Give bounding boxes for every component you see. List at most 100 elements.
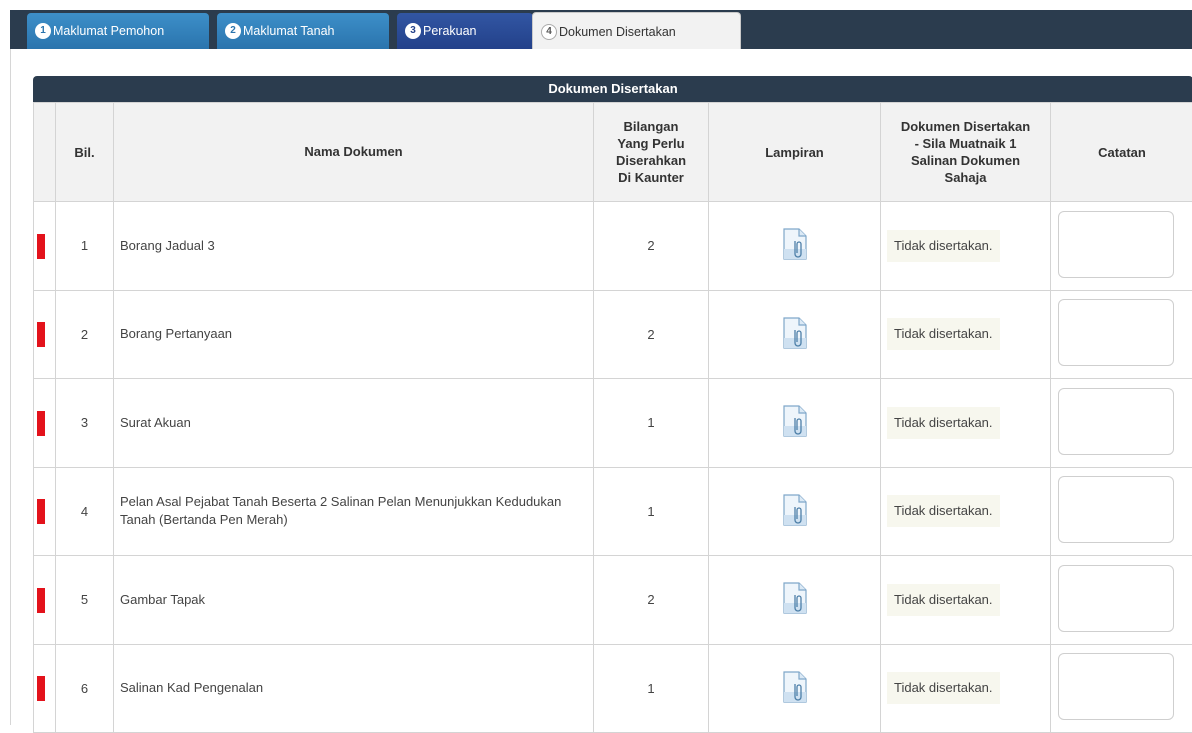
document-status-cell: Tidak disertakan. <box>881 290 1051 379</box>
file-attachment-icon[interactable] <box>781 404 809 438</box>
step-number-badge: 2 <box>225 23 241 39</box>
tab-maklumat-pemohon[interactable]: 1 Maklumat Pemohon <box>27 13 209 49</box>
row-number: 3 <box>56 379 114 468</box>
document-status: Tidak disertakan. <box>887 495 1000 527</box>
required-quantity: 1 <box>594 379 709 468</box>
attachment-cell <box>709 467 881 556</box>
flag-cell <box>34 290 56 379</box>
attachment-cell <box>709 290 881 379</box>
catatan-input[interactable] <box>1058 388 1174 455</box>
tab-label: Perakuan <box>423 24 477 38</box>
required-quantity: 2 <box>594 290 709 379</box>
document-status: Tidak disertakan. <box>887 672 1000 704</box>
document-status: Tidak disertakan. <box>887 407 1000 439</box>
column-header-lampiran: Lampiran <box>709 103 881 202</box>
table-row: 5 Gambar Tapak 2 Tidak disertakan. <box>34 556 1192 645</box>
catatan-cell <box>1051 467 1192 556</box>
header-line: Salinan Dokumen <box>887 152 1044 169</box>
row-number: 6 <box>56 644 114 733</box>
table-header-row: Bil. Nama Dokumen Bilangan Yang Perlu Di… <box>34 103 1192 202</box>
header-line: - Sila Muatnaik 1 <box>887 135 1044 152</box>
column-header-dokumen-disertakan: Dokumen Disertakan - Sila Muatnaik 1 Sal… <box>881 103 1051 202</box>
table-row: 3 Surat Akuan 1 Tidak disertakan. <box>34 379 1192 468</box>
section-title: Dokumen Disertakan <box>33 76 1192 102</box>
required-flag-icon <box>37 588 45 613</box>
required-quantity: 2 <box>594 556 709 645</box>
catatan-cell <box>1051 556 1192 645</box>
flag-cell <box>34 556 56 645</box>
tab-maklumat-tanah[interactable]: 2 Maklumat Tanah <box>217 13 389 49</box>
document-status-cell: Tidak disertakan. <box>881 379 1051 468</box>
required-flag-icon <box>37 499 45 524</box>
required-flag-icon <box>37 234 45 259</box>
file-attachment-icon[interactable] <box>781 316 809 350</box>
document-name: Surat Akuan <box>114 379 594 468</box>
row-number: 2 <box>56 290 114 379</box>
documents-section: Dokumen Disertakan Bil. Nama Dokumen Bil… <box>33 76 1192 733</box>
document-name: Salinan Kad Pengenalan <box>114 644 594 733</box>
table-row: 2 Borang Pertanyaan 2 Tidak disertakan. <box>34 290 1192 379</box>
flag-cell <box>34 202 56 291</box>
catatan-input[interactable] <box>1058 211 1174 278</box>
step-number-badge: 3 <box>405 23 421 39</box>
required-quantity: 2 <box>594 202 709 291</box>
row-number: 1 <box>56 202 114 291</box>
flag-cell <box>34 644 56 733</box>
tab-label: Dokumen Disertakan <box>559 25 676 39</box>
row-number: 4 <box>56 467 114 556</box>
catatan-cell <box>1051 202 1192 291</box>
document-status: Tidak disertakan. <box>887 230 1000 262</box>
document-status: Tidak disertakan. <box>887 318 1000 350</box>
row-number: 5 <box>56 556 114 645</box>
tab-label: Maklumat Tanah <box>243 24 335 38</box>
document-status-cell: Tidak disertakan. <box>881 202 1051 291</box>
file-attachment-icon[interactable] <box>781 670 809 704</box>
catatan-input[interactable] <box>1058 653 1174 720</box>
tab-perakuan[interactable]: 3 Perakuan <box>397 13 533 49</box>
catatan-input[interactable] <box>1058 299 1174 366</box>
file-attachment-icon[interactable] <box>781 581 809 615</box>
file-attachment-icon[interactable] <box>781 227 809 261</box>
flag-cell <box>34 467 56 556</box>
table-row: 4 Pelan Asal Pejabat Tanah Beserta 2 Sal… <box>34 467 1192 556</box>
document-name: Borang Jadual 3 <box>114 202 594 291</box>
required-quantity: 1 <box>594 644 709 733</box>
attachment-cell <box>709 202 881 291</box>
header-line: Diserahkan <box>600 152 702 169</box>
step-number-badge: 4 <box>541 24 557 40</box>
header-line: Bilangan <box>600 118 702 135</box>
required-quantity: 1 <box>594 467 709 556</box>
column-header-bilangan: Bilangan Yang Perlu Diserahkan Di Kaunte… <box>594 103 709 202</box>
document-name: Pelan Asal Pejabat Tanah Beserta 2 Salin… <box>114 467 594 556</box>
required-flag-icon <box>37 676 45 701</box>
header-line: Sahaja <box>887 169 1044 186</box>
catatan-input[interactable] <box>1058 565 1174 632</box>
attachment-cell <box>709 556 881 645</box>
step-number-badge: 1 <box>35 23 51 39</box>
catatan-cell <box>1051 379 1192 468</box>
tab-dokumen-disertakan[interactable]: 4 Dokumen Disertakan <box>532 12 741 50</box>
header-line: Di Kaunter <box>600 169 702 186</box>
document-status-cell: Tidak disertakan. <box>881 467 1051 556</box>
header-line: Yang Perlu <box>600 135 702 152</box>
attachment-cell <box>709 644 881 733</box>
catatan-cell <box>1051 644 1192 733</box>
required-flag-icon <box>37 322 45 347</box>
flag-column-header <box>34 103 56 202</box>
document-status: Tidak disertakan. <box>887 584 1000 616</box>
document-name: Borang Pertanyaan <box>114 290 594 379</box>
documents-table: Bil. Nama Dokumen Bilangan Yang Perlu Di… <box>33 102 1192 733</box>
required-flag-icon <box>37 411 45 436</box>
file-attachment-icon[interactable] <box>781 493 809 527</box>
table-row: 1 Borang Jadual 3 2 Tidak disertakan. <box>34 202 1192 291</box>
column-header-bil: Bil. <box>56 103 114 202</box>
column-header-nama-dokumen: Nama Dokumen <box>114 103 594 202</box>
tab-label: Maklumat Pemohon <box>53 24 164 38</box>
document-name: Gambar Tapak <box>114 556 594 645</box>
document-status-cell: Tidak disertakan. <box>881 556 1051 645</box>
document-status-cell: Tidak disertakan. <box>881 644 1051 733</box>
tab-panel: Dokumen Disertakan Bil. Nama Dokumen Bil… <box>10 49 1192 725</box>
catatan-cell <box>1051 290 1192 379</box>
documents-table-body: 1 Borang Jadual 3 2 Tidak disertakan. 2 … <box>34 202 1192 733</box>
catatan-input[interactable] <box>1058 476 1174 543</box>
